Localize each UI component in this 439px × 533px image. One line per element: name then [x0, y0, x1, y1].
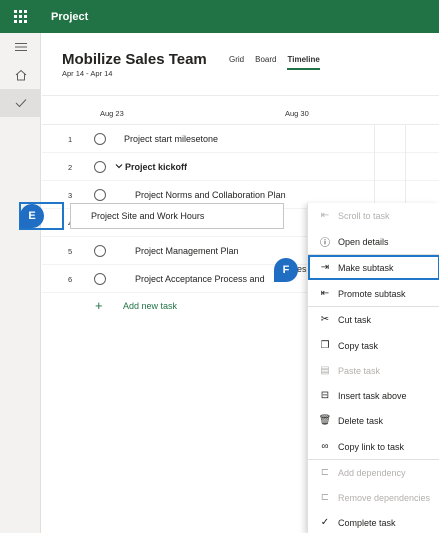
menu-item-label: Insert task above [338, 390, 407, 401]
menu-item-label: Delete task [338, 415, 384, 426]
promote-subtask-icon: ⇤ [320, 288, 330, 299]
menu-item-insert-task-above[interactable]: ⊟ Insert task above [308, 383, 439, 408]
task-name-cell[interactable]: Project Site and Work Hours i [70, 203, 345, 229]
app-launcher-button[interactable] [0, 0, 41, 33]
left-rail [0, 33, 41, 533]
menu-item-make-subtask[interactable]: ⇥ Make subtask [308, 255, 439, 280]
menu-item-label: Make subtask [338, 262, 394, 273]
menu-item-add-dependency[interactable]: ⊏ Add dependency [308, 460, 439, 485]
menu-item-copy-link[interactable]: ∞ Copy link to task [308, 434, 439, 459]
paste-icon: ▤ [320, 365, 330, 376]
menu-item-label: Scroll to task [338, 210, 390, 221]
menu-item-label: Remove dependencies [338, 492, 431, 503]
task-number: 3 [68, 191, 73, 200]
remove-dependency-icon: ⊏ [320, 492, 330, 503]
link-icon: ∞ [321, 441, 329, 452]
tab-timeline[interactable]: Timeline [287, 55, 320, 70]
complete-task-checkbox[interactable] [94, 133, 106, 145]
complete-task-checkbox[interactable] [94, 245, 106, 257]
menu-item-remove-dependencies[interactable]: ⊏ Remove dependencies [308, 485, 439, 510]
task-number: 6 [68, 275, 73, 284]
tab-board[interactable]: Board [255, 55, 276, 70]
plan-title: Mobilize Sales Team [62, 51, 207, 68]
waffle-icon [14, 10, 27, 23]
complete-task-checkbox[interactable] [94, 161, 106, 173]
callout-e: E [20, 204, 44, 228]
menu-item-label: Copy task [338, 340, 379, 351]
task-name[interactable]: Project Norms and Collaboration Plan [135, 190, 286, 200]
tab-grid[interactable]: Grid [229, 55, 244, 70]
menu-item-promote-subtask[interactable]: ⇤ Promote subtask [308, 281, 439, 306]
scissors-icon: ✂ [320, 314, 330, 325]
my-tasks-button[interactable] [0, 89, 41, 117]
menu-item-paste-task[interactable]: ▤ Paste task [308, 358, 439, 383]
menu-item-copy-task[interactable]: ❐ Copy task [308, 333, 439, 358]
task-name[interactable]: Project Management Plan [135, 246, 239, 256]
task-name[interactable]: Project start milesetone [124, 134, 218, 144]
app-header: Project [0, 0, 439, 33]
callout-f: F [274, 258, 298, 282]
home-button[interactable] [0, 61, 41, 89]
menu-item-label: Paste task [338, 365, 381, 376]
menu-item-label: Cut task [338, 314, 372, 325]
task-row[interactable]: 1 Project start milesetone [42, 125, 439, 153]
checkmark-icon [15, 99, 26, 108]
make-subtask-icon: ⇥ [320, 262, 330, 273]
menu-item-complete-task[interactable]: ✓ Complete task [308, 510, 439, 533]
view-switcher: Grid Board Timeline [229, 55, 320, 70]
chevron-down-icon[interactable] [115, 162, 123, 170]
plan-dates: Apr 14 - Apr 14 [62, 69, 113, 78]
timeline-cells [374, 125, 439, 153]
menu-item-open-details[interactable]: ⓘ Open details [308, 229, 439, 254]
task-name[interactable]: Project kickoff [125, 162, 187, 172]
menu-item-scroll-to-task[interactable]: ⇤ Scroll to task [308, 203, 439, 228]
copy-icon: ❐ [320, 340, 330, 351]
complete-task-checkbox[interactable] [94, 273, 106, 285]
header-divider [42, 95, 439, 96]
complete-task-checkbox[interactable] [94, 189, 106, 201]
menu-item-label: Promote subtask [338, 288, 406, 299]
date-label: Aug 30 [285, 109, 309, 118]
task-number: 5 [68, 247, 73, 256]
menu-item-cut-task[interactable]: ✂ Cut task [308, 307, 439, 332]
check-circle-icon: ✓ [320, 517, 330, 528]
menu-item-label: Copy link to task [338, 441, 405, 452]
plus-icon: + [95, 298, 103, 313]
menu-item-label: Add dependency [338, 467, 406, 478]
timeline-cells [374, 153, 439, 181]
task-name[interactable]: Project Acceptance Process and [135, 274, 265, 284]
task-name[interactable]: Project Site and Work Hours [91, 211, 204, 221]
scroll-to-task-icon: ⇤ [320, 210, 330, 221]
hamburger-icon [14, 43, 27, 51]
task-row[interactable]: 2 Project kickoff [42, 153, 439, 181]
add-task-label[interactable]: Add new task [123, 301, 177, 311]
trash-icon: 🗑︎ [318, 415, 332, 426]
dependency-icon: ⊏ [320, 467, 330, 478]
menu-item-label: Complete task [338, 517, 396, 528]
menu-item-delete-task[interactable]: 🗑︎ Delete task [308, 408, 439, 433]
menu-item-label: Open details [338, 236, 389, 247]
app-name: Project [51, 10, 89, 23]
date-label: Aug 23 [100, 109, 124, 118]
info-icon: ⓘ [320, 238, 330, 249]
task-number: 1 [68, 135, 73, 144]
menu-toggle-button[interactable] [0, 33, 41, 61]
insert-above-icon: ⊟ [320, 390, 330, 401]
task-context-menu: ⇤ Scroll to task ⓘ Open details ⇥ Make s… [307, 203, 439, 533]
task-number: 2 [68, 163, 73, 172]
home-icon [15, 69, 26, 81]
